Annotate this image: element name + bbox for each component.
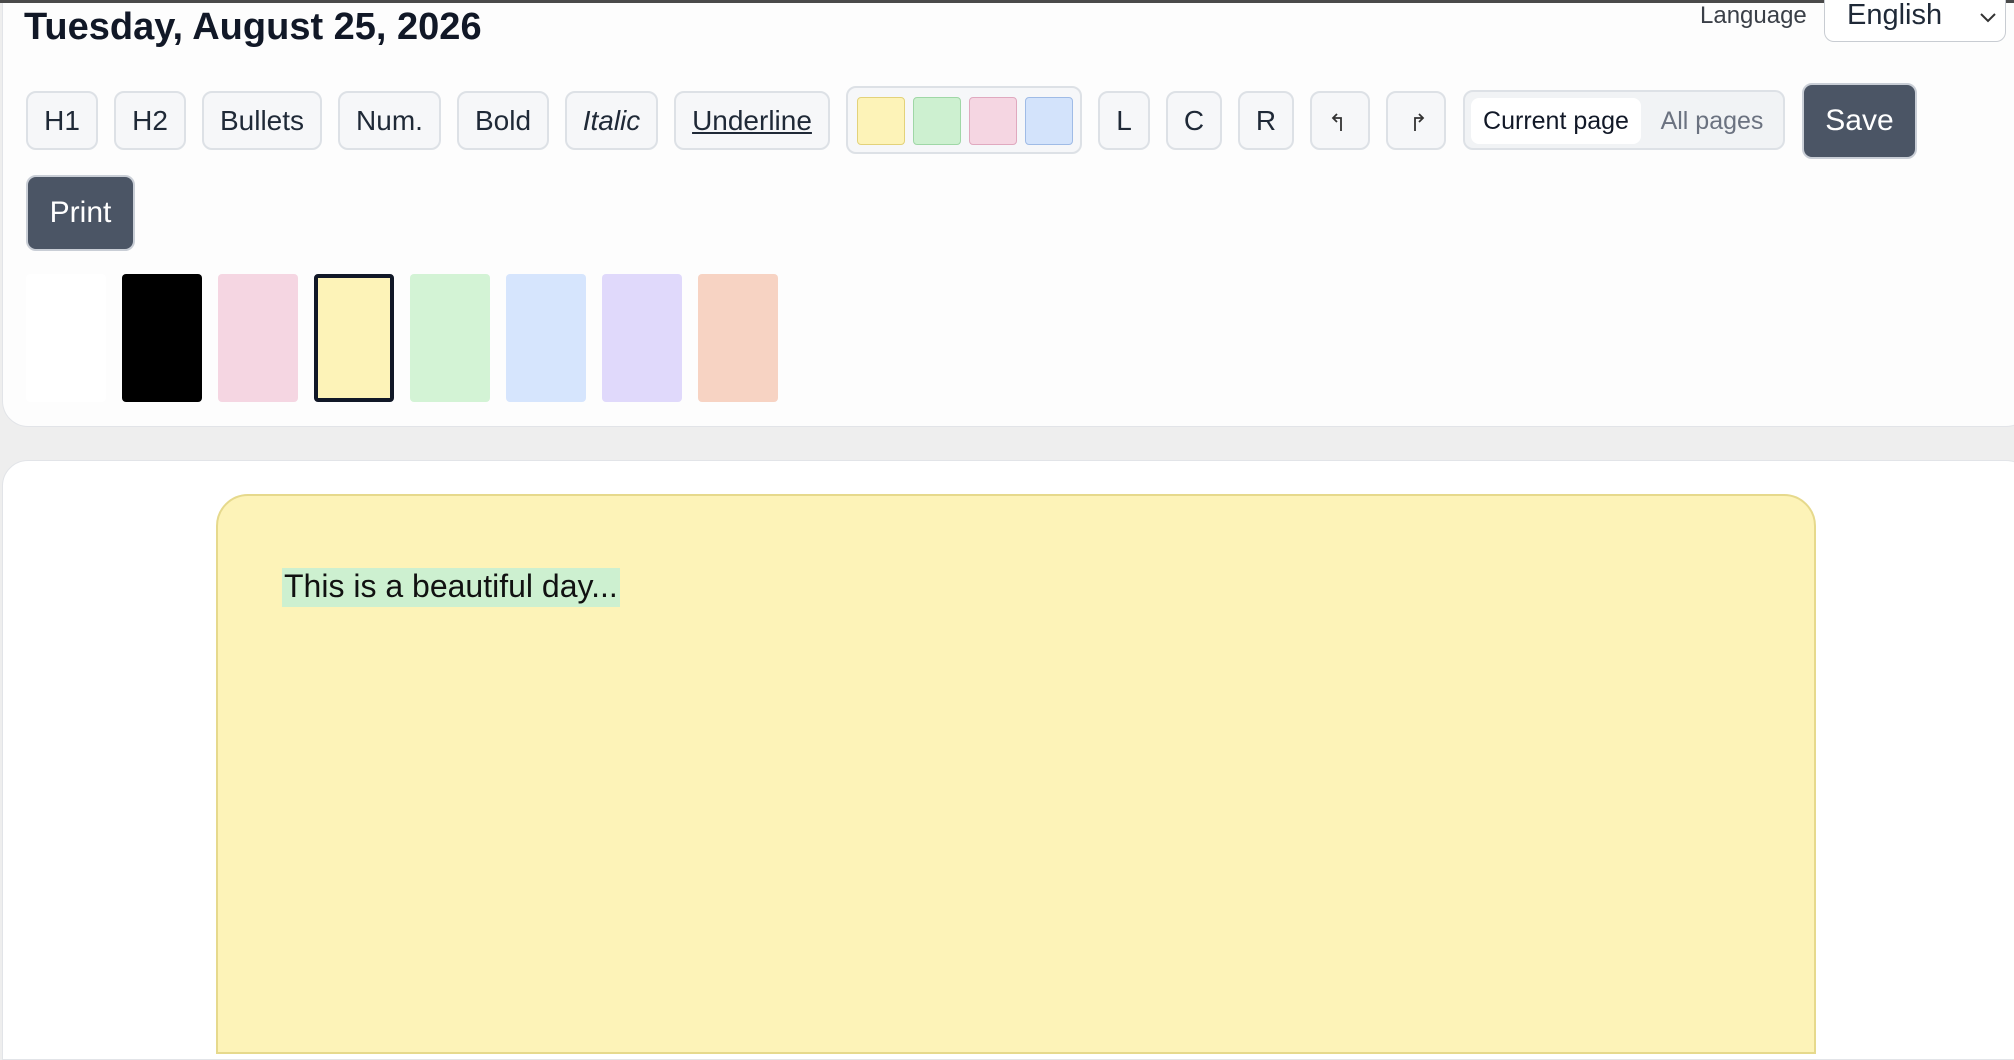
language-select[interactable]: English <box>1824 0 2006 42</box>
scope-current-page[interactable]: Current page <box>1471 98 1641 144</box>
heading2-button[interactable]: H2 <box>114 91 186 150</box>
heading1-button[interactable]: H1 <box>26 91 98 150</box>
toolbar-panel <box>2 3 2014 427</box>
align-center-button[interactable]: C <box>1166 91 1222 150</box>
italic-button[interactable]: Italic <box>565 91 658 150</box>
editor-text[interactable]: This is a beautiful day... <box>282 568 620 607</box>
bullets-button[interactable]: Bullets <box>202 91 322 150</box>
save-button[interactable]: Save <box>1802 83 1917 159</box>
underline-button[interactable]: Underline <box>674 91 830 150</box>
page-color-swatch[interactable] <box>698 274 778 402</box>
language-label: Language <box>1700 2 1807 29</box>
bold-button[interactable]: Bold <box>457 91 549 150</box>
page-color-swatch[interactable] <box>506 274 586 402</box>
page-color-swatch[interactable] <box>26 274 106 402</box>
page-color-swatch[interactable] <box>410 274 490 402</box>
highlight-color-group <box>846 86 1082 154</box>
page-color-swatch[interactable] <box>602 274 682 402</box>
page-color-swatch[interactable] <box>122 274 202 402</box>
align-right-button[interactable]: R <box>1238 91 1294 150</box>
undo-icon <box>1331 112 1342 131</box>
undo-button[interactable] <box>1310 91 1370 150</box>
page-color-swatch[interactable] <box>314 274 394 402</box>
highlight-swatch[interactable] <box>857 97 905 145</box>
chevron-down-icon <box>1980 13 1996 23</box>
numbered-list-button[interactable]: Num. <box>338 91 441 150</box>
redo-icon <box>1414 112 1425 131</box>
language-selected-value: English <box>1847 0 1943 31</box>
apply-scope-toggle: Current page All pages <box>1463 90 1785 150</box>
page-title: Tuesday, August 25, 2026 <box>24 6 482 48</box>
highlight-swatch[interactable] <box>1025 97 1073 145</box>
redo-button[interactable] <box>1386 91 1446 150</box>
page-color-swatch[interactable] <box>218 274 298 402</box>
print-button[interactable]: Print <box>26 175 135 251</box>
highlight-swatch[interactable] <box>913 97 961 145</box>
scope-all-pages[interactable]: All pages <box>1645 98 1779 144</box>
highlight-swatch[interactable] <box>969 97 1017 145</box>
align-left-button[interactable]: L <box>1098 91 1150 150</box>
